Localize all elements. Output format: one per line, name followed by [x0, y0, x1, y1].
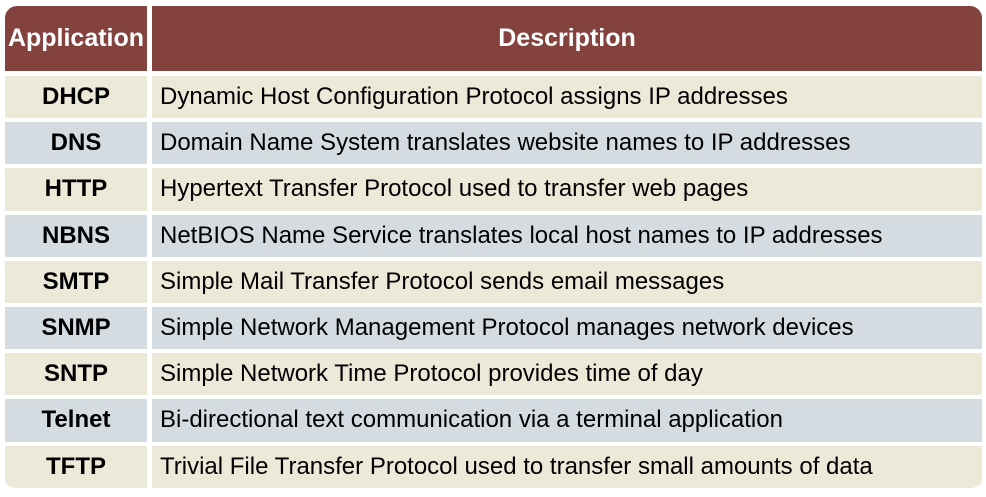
table-row-application: SNMP	[5, 306, 152, 354]
table-row-description: Hypertext Transfer Protocol used to tran…	[152, 168, 982, 215]
header-description: Description	[152, 6, 982, 76]
table-row-application: DHCP	[5, 76, 152, 123]
table-row-description: Dynamic Host Configuration Protocol assi…	[152, 76, 982, 123]
table-row-description: NetBIOS Name Service translates local ho…	[152, 214, 982, 261]
protocol-table: Application Description DHCP Dynamic Hos…	[5, 6, 982, 492]
table-row-description: Simple Network Management Protocol manag…	[152, 306, 982, 354]
table-row-application: SMTP	[5, 260, 152, 307]
table-row-application: DNS	[5, 122, 152, 169]
table-row-description: Domain Name System translates website na…	[152, 122, 982, 169]
table-row-application: HTTP	[5, 168, 152, 215]
table-row-application: TFTP	[5, 445, 152, 492]
table-row-application: SNTP	[5, 353, 152, 400]
table-row-description: Bi-directional text communication via a …	[152, 399, 982, 446]
table-row-description: Trivial File Transfer Protocol used to t…	[152, 445, 982, 492]
table-row-application: Telnet	[5, 399, 152, 446]
table-row-description: Simple Mail Transfer Protocol sends emai…	[152, 260, 982, 307]
table-row-description: Simple Network Time Protocol provides ti…	[152, 353, 982, 400]
table-row-application: NBNS	[5, 214, 152, 261]
header-application: Application	[5, 6, 152, 76]
